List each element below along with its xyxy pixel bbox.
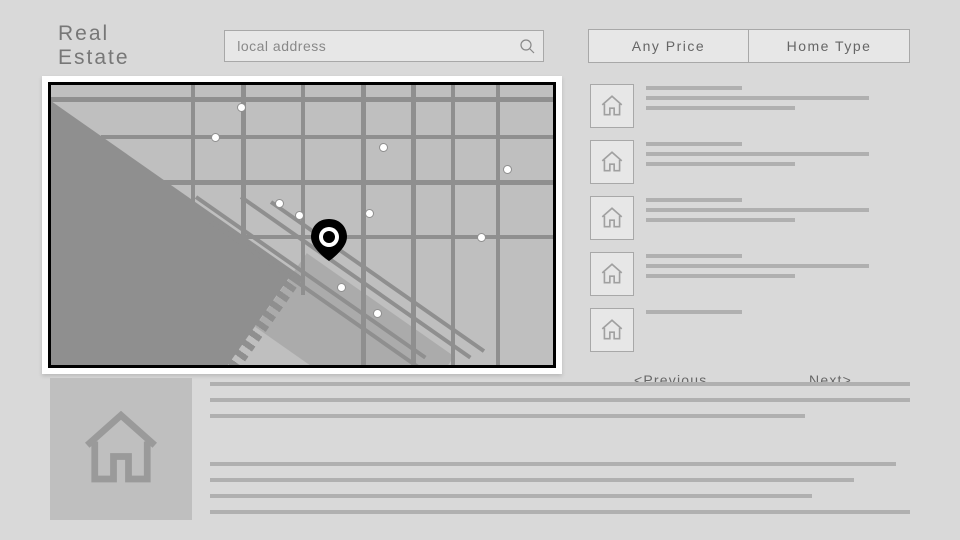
listing-summary — [646, 84, 912, 128]
placeholder-line — [210, 398, 910, 402]
map-road — [451, 85, 455, 368]
search-icon[interactable] — [519, 38, 535, 54]
listing-thumb — [590, 252, 634, 296]
placeholder-line — [210, 510, 910, 514]
placeholder-line — [646, 198, 742, 202]
listing-summary — [646, 252, 912, 296]
map-marker[interactable] — [295, 211, 304, 220]
price-filter-button[interactable]: Any Price — [589, 30, 749, 62]
list-item[interactable] — [590, 140, 912, 184]
placeholder-line — [646, 106, 795, 110]
placeholder-line — [646, 208, 869, 212]
results-panel: <Previous Next> — [590, 84, 912, 388]
detail-description — [210, 378, 910, 520]
map-marker[interactable] — [365, 209, 374, 218]
map-marker[interactable] — [477, 233, 486, 242]
placeholder-line — [646, 254, 742, 258]
map-marker[interactable] — [211, 133, 220, 142]
detail-thumb — [50, 378, 192, 520]
map-marker[interactable] — [373, 309, 382, 318]
search-input[interactable] — [237, 38, 519, 54]
home-type-filter-button[interactable]: Home Type — [749, 30, 909, 62]
placeholder-line — [210, 382, 910, 386]
placeholder-line — [210, 494, 812, 498]
listing-summary — [646, 140, 912, 184]
placeholder-line — [646, 310, 742, 314]
map-road — [411, 85, 416, 368]
home-icon — [599, 205, 625, 231]
placeholder-line — [646, 86, 742, 90]
placeholder-line — [646, 274, 795, 278]
map-marker[interactable] — [337, 283, 346, 292]
home-icon — [599, 93, 625, 119]
map-marker[interactable] — [237, 103, 246, 112]
list-item[interactable] — [590, 196, 912, 240]
search-box[interactable] — [224, 30, 544, 62]
listing-thumb — [590, 196, 634, 240]
listing-thumb — [590, 140, 634, 184]
map[interactable] — [48, 82, 556, 368]
map-road — [101, 135, 556, 139]
listing-summary — [646, 196, 912, 240]
detail-panel — [50, 378, 910, 520]
placeholder-line — [646, 152, 869, 156]
spacer — [210, 430, 910, 450]
home-icon — [76, 404, 166, 494]
placeholder-line — [646, 264, 869, 268]
map-pin-selected[interactable] — [305, 215, 353, 263]
listing-summary — [646, 308, 912, 352]
app-title: Real Estate — [58, 22, 180, 70]
home-icon — [599, 261, 625, 287]
list-item[interactable] — [590, 84, 912, 128]
placeholder-line — [646, 96, 869, 100]
placeholder-line — [646, 162, 795, 166]
home-icon — [599, 317, 625, 343]
placeholder-line — [210, 462, 896, 466]
map-marker[interactable] — [503, 165, 512, 174]
placeholder-line — [210, 478, 854, 482]
listing-thumb — [590, 84, 634, 128]
map-marker[interactable] — [379, 143, 388, 152]
map-marker[interactable] — [275, 199, 284, 208]
map-road — [191, 85, 195, 225]
list-item[interactable] — [590, 252, 912, 296]
placeholder-line — [646, 142, 742, 146]
map-frame — [42, 76, 562, 374]
map-road — [496, 85, 500, 368]
placeholder-line — [646, 218, 795, 222]
placeholder-line — [210, 414, 805, 418]
listing-thumb — [590, 308, 634, 352]
list-item[interactable] — [590, 308, 912, 352]
home-icon — [599, 149, 625, 175]
